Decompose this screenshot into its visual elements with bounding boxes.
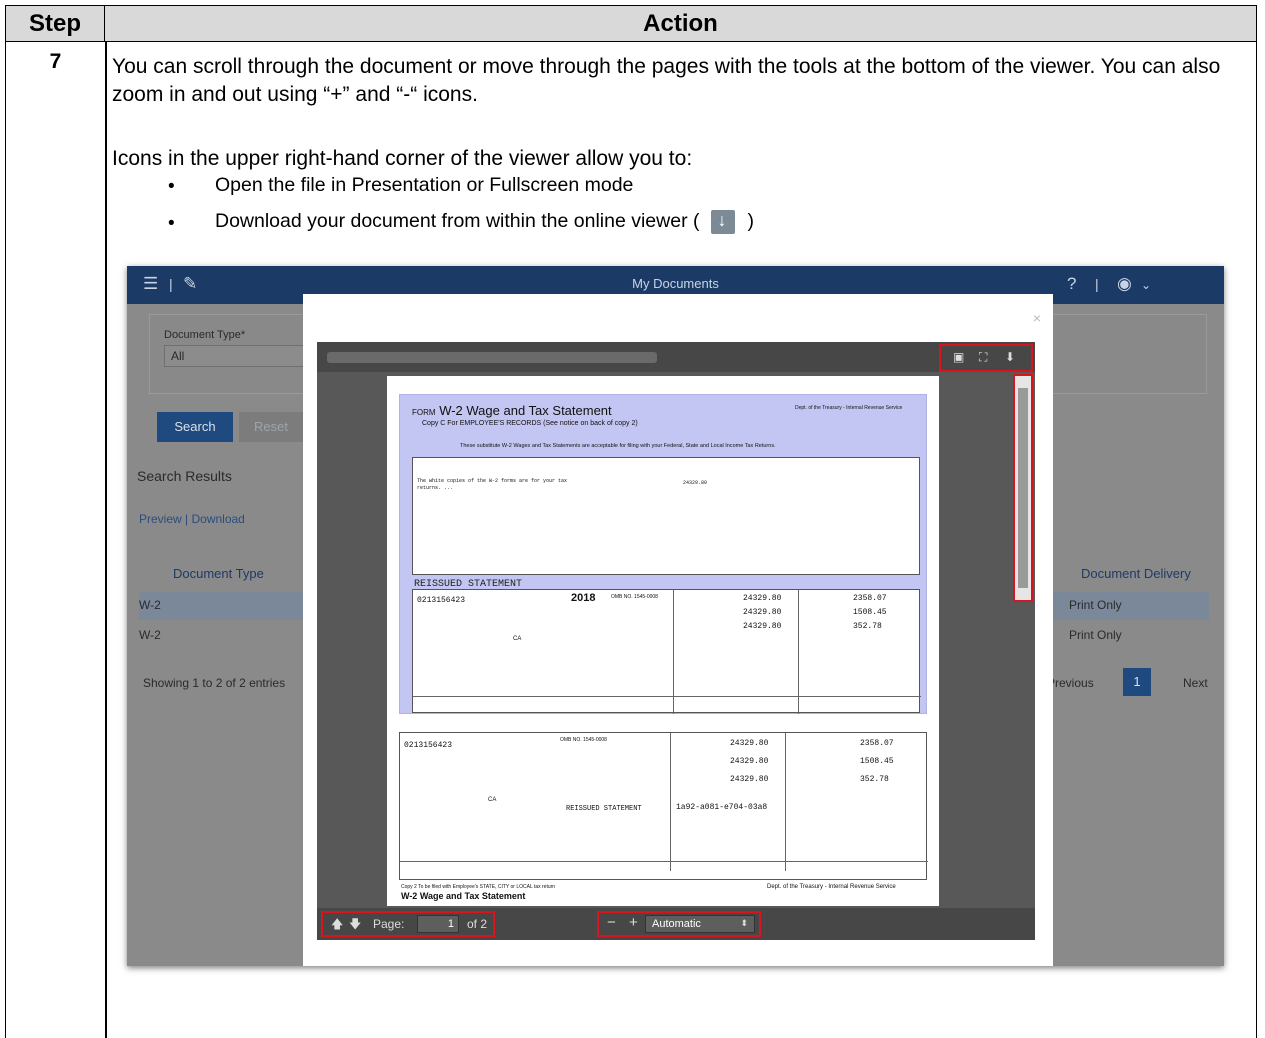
copy-c-boxes: 0213156423 2018 OMB NO. 1545-0008 24329.… xyxy=(412,589,921,714)
copy2-ss-tax: 1508.45 xyxy=(860,757,894,766)
row-type: W-2 xyxy=(139,628,161,642)
bullet-marker: • xyxy=(168,213,175,234)
user-icon[interactable]: ◉ xyxy=(1117,274,1132,294)
copy-2-section: 0213156423 OMB NO. 1545-0008 24329.80 23… xyxy=(399,732,928,880)
reset-button[interactable]: Reset xyxy=(239,412,303,442)
dept-text: Dept. of the Treasury - Internal Revenue… xyxy=(795,405,903,411)
table-header: Step Action xyxy=(6,6,1256,42)
app-title: My Documents xyxy=(632,276,719,291)
bullet-download: Download your document from within the o… xyxy=(215,210,754,234)
separator: | xyxy=(1095,276,1099,292)
grid-line xyxy=(400,861,928,862)
doc-type-value: All xyxy=(171,349,185,363)
highlight-toolbar-icons xyxy=(939,344,1033,372)
preview-download-links: Preview | Download xyxy=(139,512,245,526)
reissued-label-2: REISSUED STATEMENT xyxy=(566,805,642,813)
copy2-med-tax: 352.78 xyxy=(860,775,889,784)
box1-wages: 24329.80 xyxy=(743,594,782,603)
control-number-2: 0213156423 xyxy=(404,741,453,750)
omb-number: OMB NO. 1545-0008 xyxy=(611,594,658,600)
state-label: CA xyxy=(513,636,522,642)
paragraph-icons: Icons in the upper right-hand corner of … xyxy=(112,147,693,170)
bullet-fullscreen: Open the file in Presentation or Fullscr… xyxy=(215,174,634,196)
footer-title: W-2 Wage and Tax Statement xyxy=(401,891,526,901)
bullet-download-suffix: ) xyxy=(747,210,754,233)
copy-c-text: Copy C For EMPLOYEE'S RECORDS (See notic… xyxy=(422,420,638,427)
close-icon[interactable]: × xyxy=(1033,310,1041,326)
substitute-text: These substitute W-2 Wages and Tax State… xyxy=(460,443,776,449)
document-viewer: ▣ ⛶ ⬇ FORM W-2 Wage and Tax Statement Co… xyxy=(317,342,1035,940)
document-title-blurred xyxy=(327,352,657,363)
box5-med-wages: 24329.80 xyxy=(743,622,782,631)
info-box: The white copies of the W-2 forms are fo… xyxy=(412,457,920,575)
form-title: FORM W-2 Wage and Tax Statement xyxy=(412,403,612,418)
help-icon[interactable]: ? xyxy=(1067,274,1076,294)
box2-fed-tax: 2358.07 xyxy=(853,594,887,603)
preview-modal: × ▣ ⛶ ⬇ FORM W-2 Wage and Tax Statement … xyxy=(303,294,1053,966)
showing-entries: Showing 1 to 2 of 2 entries xyxy=(143,676,286,690)
column-document-type[interactable]: Document Type xyxy=(173,566,264,581)
previous-button[interactable]: Previous xyxy=(1047,676,1094,690)
search-button[interactable]: Search xyxy=(157,412,233,442)
header-step: Step xyxy=(6,6,105,42)
w2-page: FORM W-2 Wage and Tax Statement Copy C F… xyxy=(387,376,939,906)
copy-c-section: FORM W-2 Wage and Tax Statement Copy C F… xyxy=(399,394,927,714)
box6-med-tax: 352.78 xyxy=(853,622,882,631)
column-divider xyxy=(105,42,107,1038)
viewer-bottom-bar: 🡅 🡇 Page: 1 of 2 − + Automatic ⬍ xyxy=(317,908,1035,940)
footer-dept: Dept. of the Treasury - Internal Revenue… xyxy=(767,884,896,890)
box4-ss-tax: 1508.45 xyxy=(853,608,887,617)
viewer-scrollbar[interactable] xyxy=(1013,374,1033,602)
verification-code: 1a92-a081-e704-03a8 xyxy=(676,803,768,812)
info-text: The white copies of the W-2 forms are fo… xyxy=(417,478,568,491)
grid-line xyxy=(785,733,786,871)
chevron-down-icon[interactable]: ⌄ xyxy=(1141,278,1151,292)
step-number: 7 xyxy=(49,50,62,73)
bullet-marker: • xyxy=(168,176,175,197)
next-button[interactable]: Next xyxy=(1183,676,1208,690)
grid-line xyxy=(413,696,921,697)
box3-ss-wages: 24329.80 xyxy=(743,608,782,617)
doc-type-label: Document Type* xyxy=(164,329,246,341)
form-title-prefix: FORM xyxy=(412,408,436,417)
omb-number-2: OMB NO. 1545-0008 xyxy=(560,737,607,743)
highlight-zoom-controls xyxy=(597,911,761,937)
copy2-med-wages: 24329.80 xyxy=(730,775,769,784)
copy2-fed-tax: 2358.07 xyxy=(860,739,894,748)
control-number: 0213156423 xyxy=(417,596,466,605)
row-delivery: Print Only xyxy=(1069,628,1122,642)
preview-link[interactable]: Preview xyxy=(139,512,182,526)
state-label-2: CA xyxy=(488,797,497,803)
paragraph-navigation: You can scroll through the document or m… xyxy=(112,55,1221,106)
highlight-scrollbar xyxy=(1013,374,1033,602)
column-document-delivery[interactable]: Document Delivery xyxy=(1081,566,1191,581)
form-title-text: W-2 Wage and Tax Statement xyxy=(439,403,612,418)
doc-type-select[interactable]: All xyxy=(164,345,314,367)
download-icon xyxy=(711,210,736,234)
copy2-ss-wages: 24329.80 xyxy=(730,757,769,766)
download-link[interactable]: Download xyxy=(191,512,244,526)
viewer-screenshot: ☰ | ✎ My Documents ? | ◉ ⌄ Document Type… xyxy=(127,266,1224,966)
page-1-button[interactable]: 1 xyxy=(1123,668,1151,696)
form-year: 2018 xyxy=(571,592,596,604)
grid-line xyxy=(670,733,671,871)
header-action: Action xyxy=(643,10,718,37)
footer-copy: Copy 2 To be filed with Employee's STATE… xyxy=(401,884,556,890)
viewer-toolbar: ▣ ⛶ ⬇ xyxy=(317,342,1035,372)
highlight-page-controls xyxy=(321,911,495,937)
bullet-download-text: Download your document from within the o… xyxy=(215,210,700,233)
info-wages: 24329.80 xyxy=(683,480,708,486)
row-type: W-2 xyxy=(139,598,161,612)
search-results-heading: Search Results xyxy=(137,468,232,484)
row-delivery: Print Only xyxy=(1069,598,1122,612)
copy2-wages: 24329.80 xyxy=(730,739,769,748)
